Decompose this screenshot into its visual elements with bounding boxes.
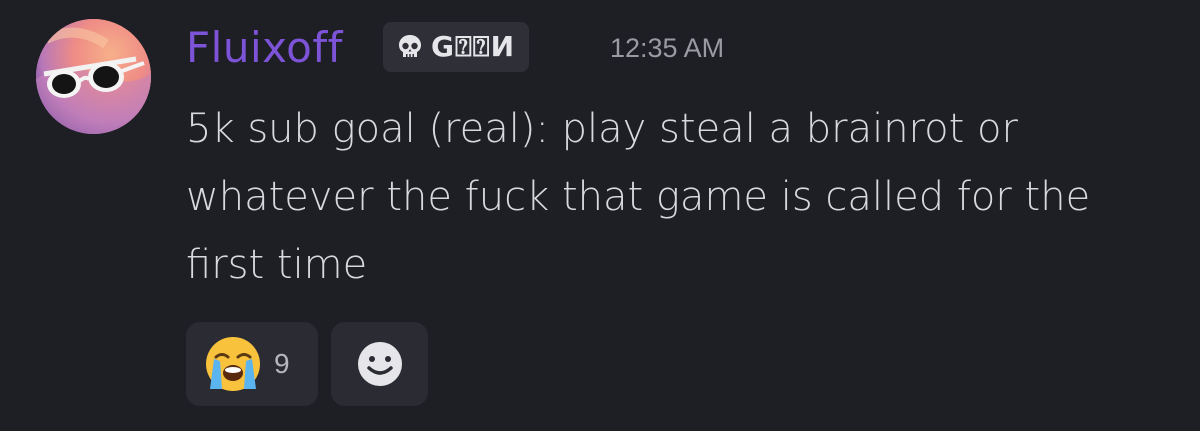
loudly-crying-face-icon [206,337,260,391]
author-avatar[interactable] [36,19,151,134]
smiley-add-reaction-icon [357,342,402,386]
author-username[interactable]: Fluixoff [186,20,343,76]
message-timestamp[interactable]: 12:35 AM [610,30,724,66]
server-tag-badge[interactable]: G⍰⍰И [383,22,530,72]
reaction-count: 9 [274,348,290,379]
reaction-crying-face[interactable]: 9 [186,322,318,406]
message-content: 5k sub goal (real): play steal a brainro… [186,106,1091,288]
avatar-sunglasses-image [36,19,151,134]
add-reaction-button[interactable] [331,322,428,406]
skull-icon [399,35,421,57]
chat-message: Fluixoff G⍰⍰И 12:35 AM 5k sub goal (real… [0,0,1200,431]
server-tag-text: G⍰⍰И [431,30,516,63]
